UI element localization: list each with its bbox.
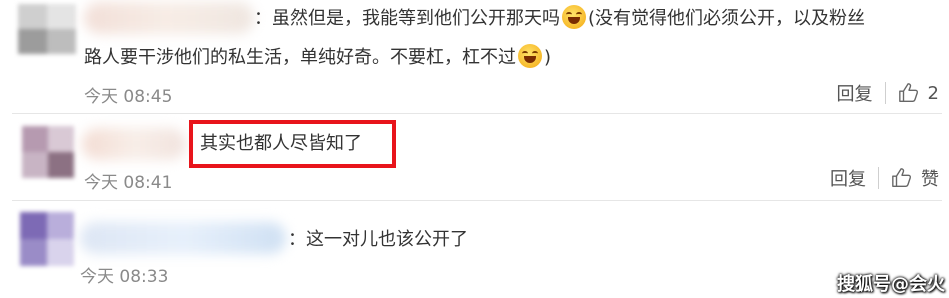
thumbs-up-icon[interactable] xyxy=(898,82,920,104)
reply-button[interactable]: 回复 xyxy=(837,80,873,106)
comment-actions: 回复 赞 xyxy=(830,165,939,191)
like-count: 2 xyxy=(927,82,939,104)
timestamp: 今天 08:45 xyxy=(84,87,173,107)
username[interactable] xyxy=(82,128,186,160)
timestamp: 今天 08:33 xyxy=(80,267,169,287)
divider xyxy=(12,113,942,114)
comment-text: 路人要干涉他们的私生活，单纯好奇。不要杠，杠不过) xyxy=(84,42,551,74)
highlight-box xyxy=(189,120,396,168)
divider xyxy=(878,167,879,189)
avatar[interactable] xyxy=(18,4,76,54)
comment-item: ：这一对儿也该公开了 今天 08:33 xyxy=(0,204,949,298)
thumbs-up-icon[interactable] xyxy=(891,167,913,189)
avatar[interactable] xyxy=(22,126,74,178)
comment-item: 其实也都人尽皆知了 今天 08:41 回复 赞 xyxy=(0,116,949,200)
comment-item: ：虽然但是，我能等到他们公开那天吗 (没有觉得他们必须公开，以及粉丝 路人要干涉他… xyxy=(0,0,949,110)
username[interactable] xyxy=(84,2,254,34)
avatar[interactable] xyxy=(20,212,74,266)
divider xyxy=(12,200,942,201)
username[interactable] xyxy=(80,222,286,254)
comment-text: ：虽然但是，我能等到他们公开那天吗 (没有觉得他们必须公开，以及粉丝 xyxy=(254,3,865,35)
watermark: 搜狐号@会火 xyxy=(837,274,945,295)
divider xyxy=(884,82,886,104)
comment-text: ：这一对儿也该公开了 xyxy=(288,229,468,250)
comment-actions: 回复 2 xyxy=(837,80,939,106)
like-button-label[interactable]: 赞 xyxy=(921,165,939,191)
grinning-face-icon xyxy=(562,5,586,29)
grinning-face-icon xyxy=(518,44,542,68)
reply-button[interactable]: 回复 xyxy=(830,165,866,191)
timestamp: 今天 08:41 xyxy=(84,173,173,193)
